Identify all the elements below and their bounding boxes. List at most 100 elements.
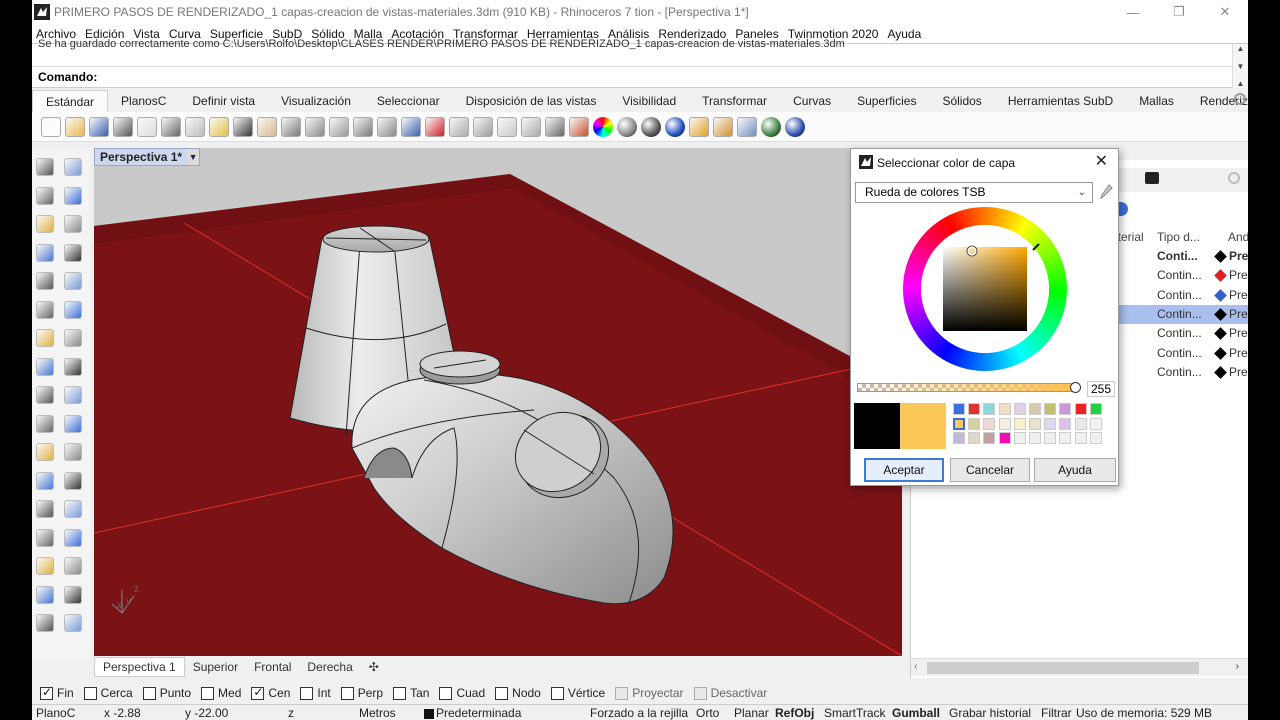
osnap-11[interactable]: Proyectar <box>615 686 684 700</box>
print-color-diamond-icon[interactable] <box>1214 250 1227 263</box>
shaded-sphere-icon[interactable] <box>617 116 637 137</box>
tab-11[interactable]: Herramientas SubD <box>995 90 1126 112</box>
layer-linetype[interactable]: Contin... <box>1157 268 1202 282</box>
tab-5[interactable]: Disposición de las vistas <box>453 90 610 112</box>
tabs-gear-icon[interactable] <box>1234 93 1246 105</box>
block-icon[interactable] <box>36 528 54 547</box>
status-gumball[interactable]: Gumball <box>892 706 940 720</box>
osnap-checkbox[interactable] <box>142 686 156 700</box>
eyedropper-icon[interactable] <box>1099 184 1113 200</box>
color-swatch[interactable] <box>1089 432 1102 444</box>
cancel-button[interactable]: Cancelar <box>950 458 1030 482</box>
mesh-icon[interactable] <box>64 357 82 376</box>
color-swatch[interactable] <box>968 417 981 430</box>
osnap-2[interactable]: Punto <box>142 686 191 700</box>
status-history[interactable]: Grabar historial <box>949 706 1031 720</box>
osnap-checkbox[interactable] <box>550 686 564 700</box>
osnap-checkbox[interactable] <box>251 685 265 700</box>
viewport-name[interactable]: Perspectiva 1* <box>95 149 188 165</box>
viewport-title[interactable]: Perspectiva 1* ▼ <box>94 148 201 166</box>
command-prompt[interactable]: Comando: <box>38 70 97 84</box>
maximize-button[interactable]: ❐ <box>1156 0 1202 24</box>
layer-print-width[interactable]: Pre <box>1229 365 1248 379</box>
group-icon[interactable] <box>36 500 54 518</box>
layer-print-width[interactable]: Pre <box>1229 249 1248 263</box>
tab-8[interactable]: Curvas <box>780 90 844 112</box>
viewport-tab-0[interactable]: Perspectiva 1 <box>94 657 185 677</box>
tab-0[interactable]: Estándar <box>32 90 109 112</box>
grid-array-icon[interactable] <box>36 557 54 575</box>
four-views-icon[interactable] <box>401 116 421 137</box>
curvature-icon[interactable] <box>36 585 54 604</box>
car-icon[interactable] <box>425 116 445 137</box>
arc-icon[interactable] <box>64 215 82 233</box>
osnap-checkbox[interactable] <box>439 686 453 700</box>
cylinder-icon[interactable] <box>36 357 54 376</box>
color-swatch[interactable] <box>953 417 965 430</box>
render-sphere-icon[interactable] <box>641 116 661 137</box>
osnap-checkbox[interactable] <box>495 686 509 700</box>
tab-9[interactable]: Superficies <box>844 90 929 112</box>
layer-print-width[interactable]: Pre <box>1229 268 1248 282</box>
material-sphere-icon[interactable] <box>665 116 685 137</box>
tab-2[interactable]: Definir vista <box>179 90 268 112</box>
print-color-diamond-icon[interactable] <box>1214 327 1227 341</box>
menu-item-15[interactable]: Ayuda <box>883 27 926 41</box>
tab-4[interactable]: Seleccionar <box>364 90 453 112</box>
column-linetype[interactable]: Tipo d... <box>1157 230 1200 244</box>
color-wheel-icon[interactable] <box>593 116 613 137</box>
split-icon[interactable] <box>64 386 82 404</box>
zoom-icon[interactable] <box>305 116 325 137</box>
surface-icon[interactable] <box>36 300 54 319</box>
column-print[interactable]: And <box>1228 230 1248 244</box>
dimension-icon[interactable] <box>64 471 82 490</box>
layer-print-width[interactable]: Pre <box>1229 326 1248 340</box>
osnap-8[interactable]: Cuad <box>439 686 485 700</box>
color-swatch[interactable] <box>1044 417 1057 430</box>
status-grid-snap[interactable]: Forzado a la rejilla <box>590 706 688 720</box>
osnap-checkbox[interactable] <box>340 686 354 700</box>
layer-linetype[interactable]: Contin... <box>1157 346 1202 360</box>
text-icon[interactable] <box>36 471 54 490</box>
osnap-10[interactable]: Vértice <box>550 686 605 700</box>
color-swatch[interactable] <box>1029 403 1041 415</box>
help-button[interactable]: Ayuda <box>1034 458 1116 482</box>
paste-icon[interactable] <box>209 116 229 137</box>
zoom-window-icon[interactable] <box>329 116 349 137</box>
properties-icon[interactable] <box>497 116 517 137</box>
osnap-9[interactable]: Nodo <box>495 686 541 700</box>
osnap-0[interactable]: Fin <box>40 685 74 700</box>
point-icon[interactable] <box>64 158 82 176</box>
osnap-checkbox[interactable] <box>83 686 97 700</box>
osnap-checkbox[interactable] <box>615 686 629 700</box>
rectangle-icon[interactable] <box>36 243 54 262</box>
grid-icon[interactable] <box>449 116 469 137</box>
polyline-icon[interactable] <box>36 186 54 205</box>
polygon-icon[interactable] <box>64 243 82 262</box>
print-color-diamond-icon[interactable] <box>1214 269 1227 283</box>
osnap-checkbox[interactable] <box>40 685 53 700</box>
tab-6[interactable]: Visibilidad <box>609 90 689 112</box>
scroll-thumb[interactable] <box>927 662 1199 674</box>
print-icon[interactable] <box>113 116 133 137</box>
color-swatch[interactable] <box>953 403 965 415</box>
color-swatch[interactable] <box>1044 432 1057 444</box>
tab-7[interactable]: Transformar <box>689 90 780 112</box>
print-color-diamond-icon[interactable] <box>1214 365 1227 379</box>
scroll-right-icon[interactable]: › <box>1236 661 1239 672</box>
dialog-close-button[interactable]: ✕ <box>1095 151 1108 171</box>
open-icon[interactable] <box>65 116 85 137</box>
color-swatch[interactable] <box>1013 417 1026 430</box>
osnap-3[interactable]: Med <box>201 686 241 700</box>
check-icon[interactable] <box>64 585 82 604</box>
color-swatch[interactable] <box>998 432 1011 444</box>
zoom-selected-icon[interactable] <box>377 116 397 137</box>
color-swatch[interactable] <box>1074 417 1087 430</box>
hsv-color-wheel[interactable] <box>903 207 1067 371</box>
alpha-slider-knob[interactable] <box>1070 382 1081 393</box>
curve-icon[interactable] <box>64 186 82 205</box>
layer-print-width[interactable]: Pre <box>1229 288 1248 302</box>
osnap-7[interactable]: Tan <box>393 686 429 700</box>
accept-button[interactable]: Aceptar <box>864 458 944 482</box>
status-layer[interactable]: Predeterminada <box>436 706 521 720</box>
